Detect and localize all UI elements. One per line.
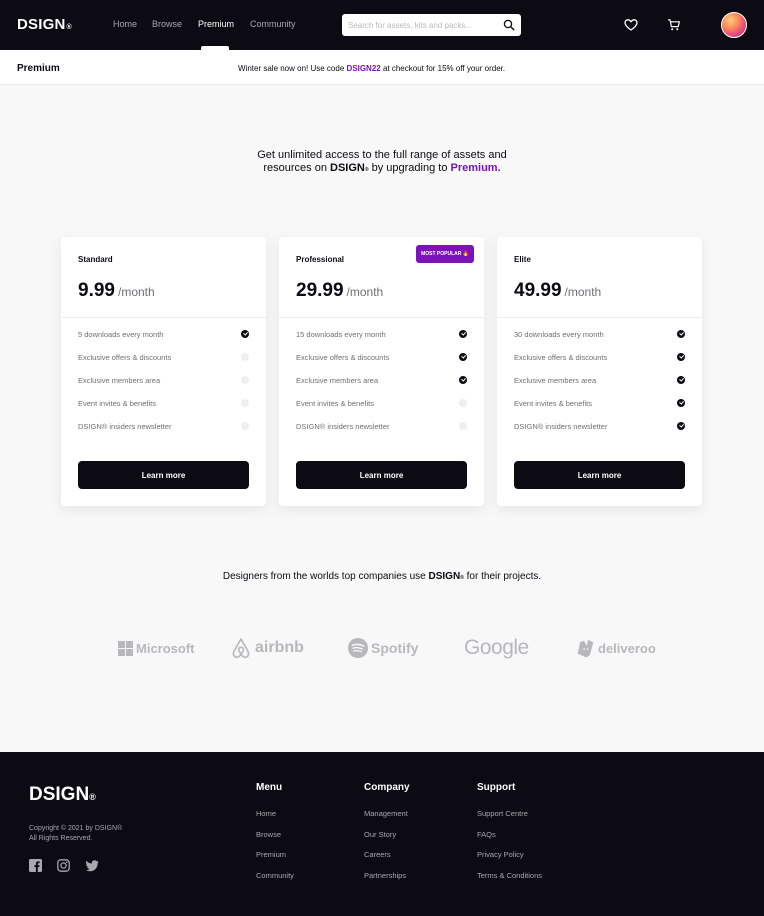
spotify-logo: Spotify: [348, 634, 418, 662]
twitter-icon[interactable]: [86, 859, 99, 872]
plan-name: Professional: [296, 255, 345, 264]
promo-banner: Winter sale now on! Use code DSIGN22 at …: [238, 64, 506, 73]
card-divider: [497, 317, 702, 318]
cart-icon[interactable]: [667, 18, 681, 32]
footer-menu-column: Menu Home Browse Premium Community: [256, 782, 294, 892]
check-icon: [677, 330, 685, 338]
card-divider: [279, 317, 484, 318]
learn-more-button[interactable]: Learn more: [514, 461, 685, 489]
check-disabled-icon: [241, 353, 249, 361]
plan-feature: Event invites & benefits: [514, 398, 685, 410]
footer-company-heading: Company: [364, 782, 410, 793]
plan-feature: Event invites & benefits: [296, 398, 467, 410]
spotify-icon: [348, 638, 368, 658]
plan-feature: DSIGN® insiders newsletter: [296, 421, 467, 433]
search-icon[interactable]: [503, 19, 515, 31]
footer-link-management[interactable]: Management: [364, 809, 410, 830]
plan-price: 9.99/month: [78, 280, 155, 301]
check-icon: [677, 353, 685, 361]
footer: DSIGN® Copyright © 2021 by DSIGN® All Ri…: [0, 752, 764, 916]
check-disabled-icon: [241, 376, 249, 384]
airbnb-icon: [232, 638, 250, 659]
check-icon: [677, 399, 685, 407]
footer-link-support-centre[interactable]: Support Centre: [477, 809, 542, 830]
footer-support-heading: Support: [477, 782, 516, 793]
plan-feature: Exclusive offers & discounts: [514, 352, 685, 364]
heart-icon[interactable]: [624, 18, 638, 32]
hero-text: Get unlimited access to the full range o…: [257, 149, 507, 174]
footer-link-our-story[interactable]: Our Story: [364, 830, 410, 851]
check-icon: [459, 330, 467, 338]
plan-feature: 5 downloads every month: [78, 329, 249, 341]
promo-code: DSIGN22: [346, 64, 381, 73]
footer-link-privacy-policy[interactable]: Privacy Policy: [477, 850, 542, 871]
check-disabled-icon: [459, 399, 467, 407]
plan-feature: Exclusive offers & discounts: [78, 352, 249, 364]
page-title: Premium: [17, 63, 60, 74]
plan-feature: Event invites & benefits: [78, 398, 249, 410]
footer-menu-heading: Menu: [256, 782, 283, 793]
most-popular-badge: MOST POPULAR 🔥: [416, 245, 474, 263]
plan-name: Standard: [78, 255, 113, 264]
facebook-icon[interactable]: [29, 859, 42, 872]
check-icon: [459, 376, 467, 384]
footer-link-premium[interactable]: Premium: [256, 850, 294, 871]
learn-more-button[interactable]: Learn more: [78, 461, 249, 489]
google-logo: Google: [464, 636, 529, 659]
footer-link-home[interactable]: Home: [256, 809, 294, 830]
check-icon: [459, 353, 467, 361]
partners-heading: Designers from the worlds top companies …: [222, 571, 542, 582]
check-icon: [677, 422, 685, 430]
plan-feature: Exclusive members area: [78, 375, 249, 387]
plan-feature: Exclusive members area: [514, 375, 685, 387]
microsoft-logo: Microsoft: [118, 634, 195, 662]
brand-logo[interactable]: DSIGN®: [17, 16, 72, 33]
footer-link-terms[interactable]: Terms & Conditions: [477, 871, 542, 892]
check-icon: [677, 376, 685, 384]
footer-link-browse[interactable]: Browse: [256, 830, 294, 851]
search-input[interactable]: [348, 17, 498, 33]
user-avatar[interactable]: [721, 12, 747, 38]
plan-feature: Exclusive offers & discounts: [296, 352, 467, 364]
footer-link-careers[interactable]: Careers: [364, 850, 410, 871]
footer-company-column: Company Management Our Story Careers Par…: [364, 782, 410, 892]
footer-link-community[interactable]: Community: [256, 871, 294, 892]
plan-name: Elite: [514, 255, 531, 264]
microsoft-icon: [118, 640, 133, 656]
plan-feature: DSIGN® insiders newsletter: [78, 421, 249, 433]
footer-link-faqs[interactable]: FAQs: [477, 830, 542, 851]
plan-card-professional: Professional MOST POPULAR 🔥 29.99/month 15 …: [279, 237, 484, 506]
check-disabled-icon: [241, 422, 249, 430]
check-disabled-icon: [241, 399, 249, 407]
learn-more-button[interactable]: Learn more: [296, 461, 467, 489]
plan-price: 29.99/month: [296, 280, 384, 301]
nav-browse[interactable]: Browse: [152, 19, 182, 29]
plan-feature: 30 downloads every month: [514, 329, 685, 341]
instagram-icon[interactable]: [57, 859, 70, 872]
deliveroo-icon: [577, 639, 594, 657]
footer-link-partnerships[interactable]: Partnerships: [364, 871, 410, 892]
nav-premium[interactable]: Premium: [198, 19, 234, 29]
footer-logo[interactable]: DSIGN®: [29, 784, 96, 806]
plan-feature: 15 downloads every month: [296, 329, 467, 341]
deliveroo-logo: deliveroo: [577, 634, 656, 662]
check-icon: [241, 330, 249, 338]
page-subheader: Premium Winter sale now on! Use code DSI…: [0, 50, 764, 85]
check-disabled-icon: [459, 422, 467, 430]
search-bar: [342, 14, 521, 36]
nav-home[interactable]: Home: [113, 19, 137, 29]
plan-card-elite: Elite 49.99/month 30 downloads every month…: [497, 237, 702, 506]
plan-price: 49.99/month: [514, 280, 602, 301]
airbnb-logo: airbnb: [231, 634, 304, 662]
copyright-text: Copyright © 2021 by DSIGN® All Rights Re…: [29, 825, 123, 842]
plan-feature: Exclusive members area: [296, 375, 467, 387]
card-divider: [61, 317, 266, 318]
top-nav: DSIGN® Home Browse Premium Community: [0, 0, 764, 50]
footer-support-column: Support Support Centre FAQs Privacy Poli…: [477, 782, 542, 892]
plan-feature: DSIGN® insiders newsletter: [514, 421, 685, 433]
plan-card-standard: Standard 9.99/month 5 downloads every mont…: [61, 237, 266, 506]
nav-community[interactable]: Community: [250, 19, 296, 29]
